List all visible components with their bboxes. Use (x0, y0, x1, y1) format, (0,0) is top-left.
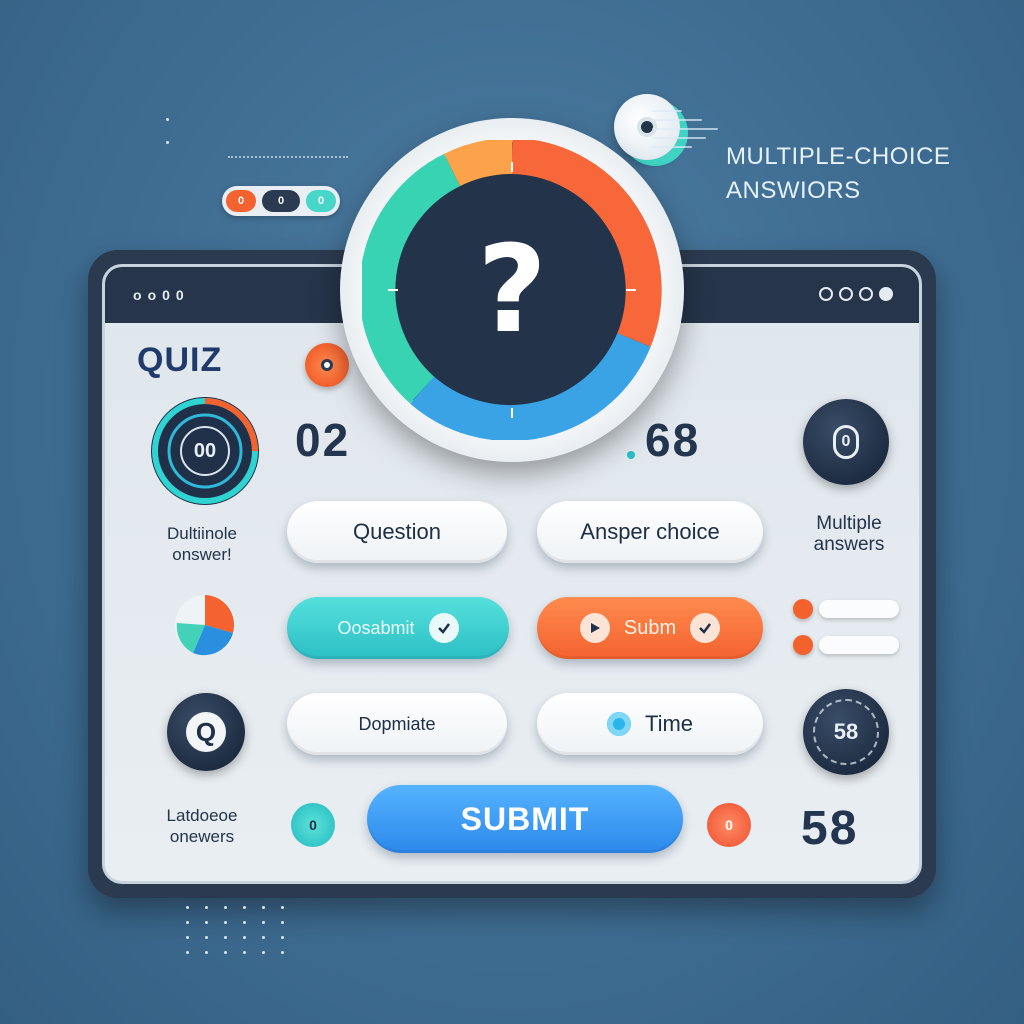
check-icon (428, 613, 459, 643)
q-circle-icon[interactable]: Q (167, 693, 245, 771)
header-title: MULTIPLE-CHOICE ANSWIORS (726, 140, 966, 208)
pie-chart-icon (173, 593, 237, 657)
question-button-label: Question (352, 519, 442, 544)
orange-submit-label: Subm (623, 616, 677, 639)
right-text-1-line2: answers (813, 534, 885, 555)
left-teal-badge[interactable]: 0 (291, 803, 335, 847)
answer-choice-label: Ansper choice (580, 519, 720, 544)
left-text-1: Dultiinole onswer! (127, 523, 277, 565)
q-circle-letter: Q (186, 712, 226, 752)
teal-submit-button[interactable]: Oosabmit (287, 597, 509, 659)
right-orange-badge[interactable]: 0 (707, 803, 751, 847)
toggle-seg-dark: 0 (262, 190, 300, 212)
window-control-4[interactable] (879, 287, 893, 301)
teal-submit-label: Oosabmit (337, 617, 415, 638)
play-icon (579, 613, 610, 643)
right-toggle-1[interactable] (793, 599, 899, 619)
right-circle-2[interactable]: 58 (803, 689, 889, 775)
header-title-line2: ANSWIORS (726, 177, 861, 204)
tb-item-4[interactable]: 0 (176, 287, 184, 303)
top-toggle-pill[interactable]: 0 0 0 (222, 186, 340, 216)
check-circle-icon (690, 613, 721, 643)
question-mark-icon: ? (477, 220, 547, 360)
question-button[interactable]: Question (287, 501, 507, 563)
window-control-2[interactable] (839, 287, 853, 301)
tb-item-3[interactable]: 0 (162, 287, 170, 303)
left-text-1-line2: onswer! (172, 545, 232, 564)
toggle-seg-teal: 0 (306, 190, 336, 212)
right-text-1: Multiple answers (779, 513, 919, 555)
time-button[interactable]: Time (537, 693, 763, 755)
submit-label: SUBMIT (460, 800, 590, 837)
titlebar-right-controls[interactable] (819, 287, 893, 301)
orange-submit-button[interactable]: Subm (537, 597, 763, 659)
right-toggle-2[interactable] (793, 635, 899, 655)
tb-item-1[interactable]: o (133, 287, 142, 303)
dopmate-button[interactable]: Dopmiate (287, 693, 507, 755)
right-circle-1[interactable]: 0 (803, 399, 889, 485)
tb-item-2[interactable]: o (148, 287, 157, 303)
decor-dots-top (166, 118, 169, 144)
right-number: 58 (801, 802, 859, 855)
dopmate-label: Dopmiate (358, 713, 436, 734)
decor-dots-bottom (186, 906, 284, 954)
left-text-2: Latdoeoe onewers (127, 805, 277, 847)
progress-ring-label: 00 (193, 439, 217, 462)
time-label: Time (644, 711, 694, 736)
radio-icon (606, 712, 631, 736)
quiz-label: QUIZ (137, 341, 223, 379)
window-control-1[interactable] (819, 287, 833, 301)
left-text-2-line1: Latdoeoe (166, 806, 238, 825)
quiz-gauge: ? (340, 118, 684, 462)
header-title-line1: MULTIPLE-CHOICE (726, 143, 951, 170)
titlebar-left-controls[interactable]: o o 0 0 (133, 287, 184, 303)
toggle-seg-orange: 0 (226, 190, 256, 212)
window-control-3[interactable] (859, 287, 873, 301)
submit-button[interactable]: SUBMIT (367, 785, 683, 853)
decor-dashes (228, 156, 348, 158)
left-text-2-line2: onewers (169, 827, 235, 846)
progress-ring: 00 (147, 393, 263, 509)
right-circle-1-label: 0 (833, 425, 859, 459)
left-text-1-line1: Dultiinole (167, 524, 237, 543)
right-text-1-line1: Multiple (816, 513, 882, 534)
answer-choice-button[interactable]: Ansper choice (537, 501, 763, 563)
right-circle-2-label: 58 (813, 699, 879, 765)
